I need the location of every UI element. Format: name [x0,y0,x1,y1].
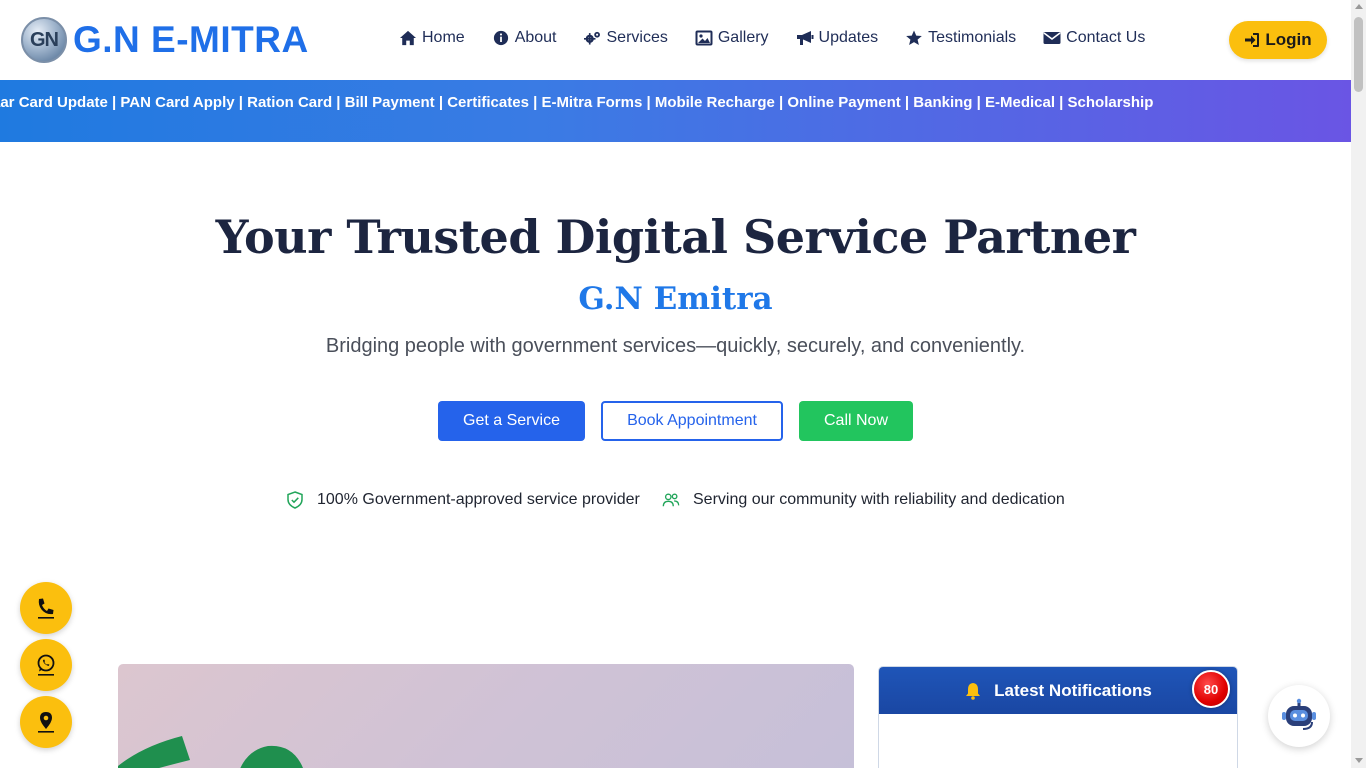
page: GN G.N E-MITRA Home About Services Galle… [0,0,1366,768]
floating-whatsapp-button[interactable] [20,639,72,691]
bell-icon [966,682,981,700]
logo-badge: GN [21,17,67,63]
star-icon [906,30,922,46]
nav-item-updates[interactable]: Updates [796,29,879,47]
feature-community: Serving our community with reliability a… [662,491,1065,509]
notifications-panel: Latest Notifications 80 [878,666,1238,768]
chatbot-button[interactable] [1268,685,1330,747]
nav-item-label: Updates [818,29,879,46]
sign-in-icon [1245,33,1260,47]
users-icon [662,493,680,507]
megaphone-icon [796,31,814,45]
nav-item-label: Services [606,29,668,46]
ticker-text: aar Card Update | PAN Card Apply | Ratio… [0,94,1154,111]
site-header: GN G.N E-MITRA Home About Services Galle… [0,0,1351,80]
nav-item-home[interactable]: Home [399,29,465,47]
hero-image-graphic [118,736,303,768]
image-icon [695,30,713,46]
brand-name: G.N E-MITRA [73,19,309,60]
nav-item-services[interactable]: Services [583,29,668,47]
feature-text: 100% Government-approved service provide… [317,491,640,508]
login-button[interactable]: Login [1229,21,1327,59]
brand-logo[interactable]: GN G.N E-MITRA [21,17,309,63]
floating-call-button[interactable] [20,582,72,634]
feature-text: Serving our community with reliability a… [693,491,1065,508]
nav-item-label: Contact Us [1066,29,1146,46]
services-ticker: aar Card Update | PAN Card Apply | Ratio… [0,80,1351,142]
notifications-title: Latest Notifications [994,680,1152,700]
book-appointment-button[interactable]: Book Appointment [601,401,783,441]
hero-description: Bridging people with government services… [325,335,1026,357]
login-label: Login [1265,30,1312,49]
envelope-icon [1043,32,1061,44]
map-marker-icon [38,712,54,733]
nav-item-gallery[interactable]: Gallery [695,29,769,47]
shield-check-icon [287,491,303,509]
scroll-up-arrow-icon[interactable] [1355,4,1363,9]
hero-subtitle: G.N Emitra [578,281,773,317]
scroll-down-arrow-icon[interactable] [1355,758,1363,763]
notifications-header[interactable]: Latest Notifications [879,667,1237,714]
nav-item-contact[interactable]: Contact Us [1043,29,1145,47]
gears-icon [583,31,600,45]
nav-item-label: Home [422,29,465,46]
info-icon [493,30,508,46]
feature-government-approved: 100% Government-approved service provide… [286,491,640,509]
notification-count-badge: 80 [1192,670,1230,708]
whatsapp-icon [37,654,55,676]
nav-item-label: About [514,29,557,46]
call-now-button[interactable]: Call Now [799,401,913,441]
hero-image-card [118,664,854,768]
page-scrollbar[interactable] [1351,0,1366,768]
nav-item-label: Testimonials [928,29,1017,46]
get-service-button[interactable]: Get a Service [438,401,585,441]
nav-item-testimonials[interactable]: Testimonials [905,29,1016,47]
home-icon [400,30,416,46]
robot-icon [1282,698,1316,730]
phone-icon [38,598,54,619]
nav-item-about[interactable]: About [492,29,557,47]
main-nav: Home About Services Gallery Updates Test… [399,29,1172,47]
scrollbar-thumb[interactable] [1354,17,1363,92]
nav-item-label: Gallery [717,29,769,46]
floating-location-button[interactable] [20,696,72,748]
hero-title: Your Trusted Digital Service Partner [215,210,1136,264]
